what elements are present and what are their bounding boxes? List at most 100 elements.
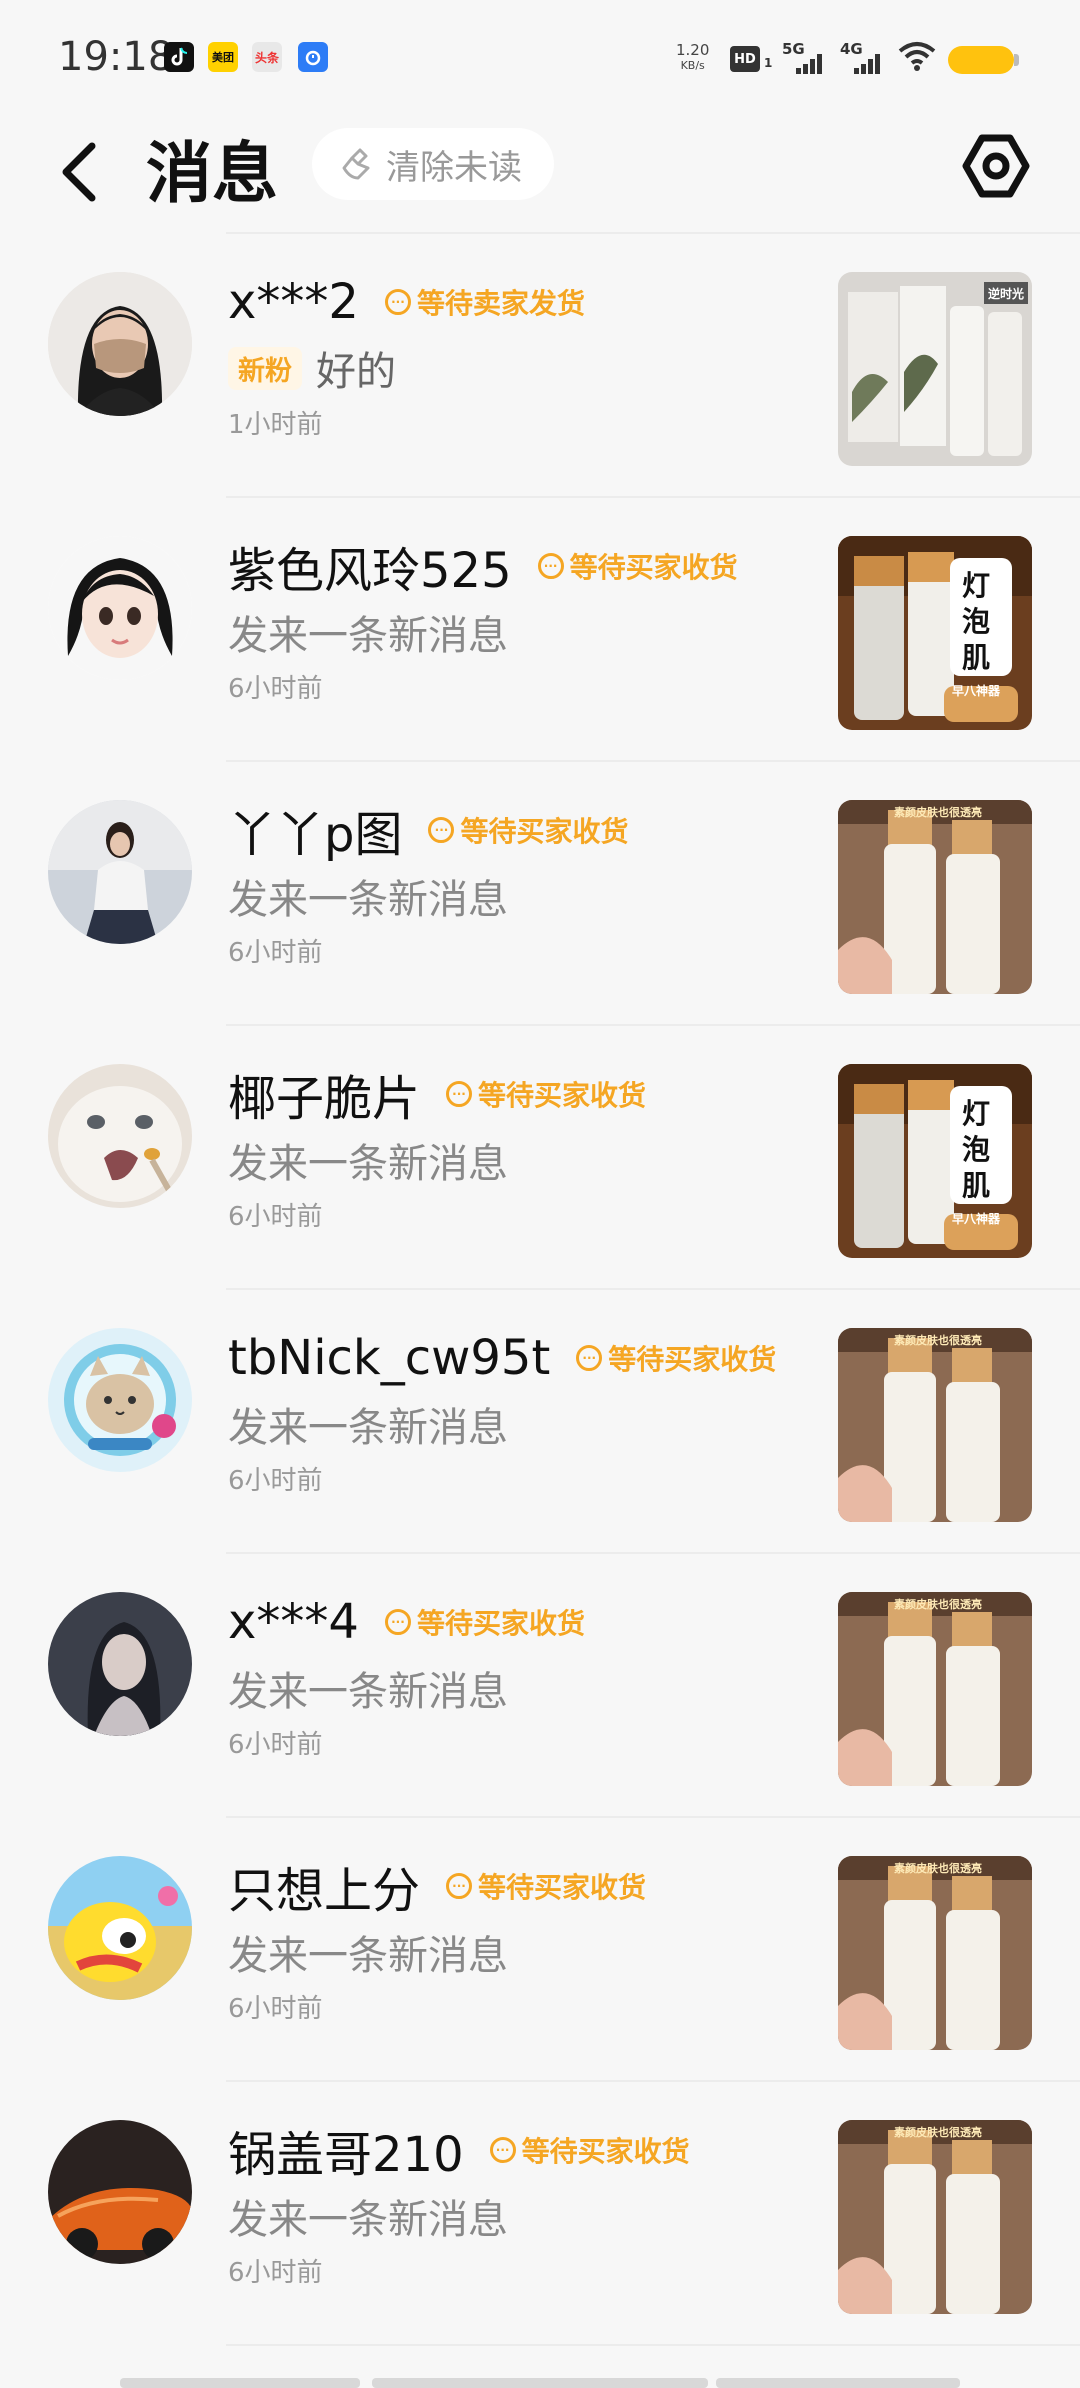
message-preview: 好的 xyxy=(316,349,396,395)
contact-name: tbNick_cw95t xyxy=(228,1330,551,1386)
message-preview: 发来一条新消息 xyxy=(228,1141,508,1187)
message-preview: 发来一条新消息 xyxy=(228,2197,508,2243)
message-preview: 发来一条新消息 xyxy=(228,1405,508,1451)
order-status-text: 等待买家收货 xyxy=(460,815,629,848)
order-status-badge: ··· 等待买家收货 xyxy=(484,2130,696,2170)
contact-name: 丫丫p图 xyxy=(228,807,403,863)
net-speed: 1.20 KB/s xyxy=(676,42,709,74)
avatar xyxy=(48,800,192,944)
message-time: 6小时前 xyxy=(228,2258,323,2288)
message-preview: 发来一条新消息 xyxy=(228,1669,508,1715)
message-item[interactable]: 丫丫p图 ··· 等待买家收货 发来一条新消息 6小时前 素颜皮肤也很透亮 xyxy=(0,762,1080,1026)
message-item[interactable]: 紫色风玲525 ··· 等待买家收货 发来一条新消息 6小时前 灯泡肌 早八神器 xyxy=(0,498,1080,762)
product-thumbnail[interactable]: 逆时光 xyxy=(838,272,1032,466)
contact-name: 锅盖哥210 xyxy=(228,2127,464,2183)
status-bar: 19:18 美团 头条 1.20 KB/s HD 1 5G 4G xyxy=(0,0,1080,116)
more-dots-icon: ··· xyxy=(446,1873,473,1899)
order-status-badge: ··· 等待买家收货 xyxy=(440,1074,652,1114)
meituan-icon: 美团 xyxy=(208,42,238,72)
order-status-badge: ··· 等待买家收货 xyxy=(422,810,634,850)
contact-name: 椰子脆片 xyxy=(228,1071,421,1127)
avatar xyxy=(48,272,192,416)
page-title: 消息 xyxy=(146,135,278,212)
order-status-text: 等待买家收货 xyxy=(521,2135,690,2168)
signal-5g-icon xyxy=(796,52,826,74)
product-thumbnail[interactable]: 素颜皮肤也很透亮 xyxy=(838,1856,1032,2050)
bottom-partial-row xyxy=(120,2378,960,2388)
douyin-icon xyxy=(164,42,194,72)
toutiao-icon: 头条 xyxy=(252,42,282,72)
thumb-text: 素颜皮肤也很透亮 xyxy=(894,1862,982,1875)
message-time: 6小时前 xyxy=(228,1202,323,1232)
hd-sub: 1 xyxy=(764,56,773,70)
product-thumbnail[interactable]: 灯泡肌 早八神器 xyxy=(838,536,1032,730)
message-item[interactable]: x***4 ··· 等待买家收货 发来一条新消息 6小时前 素颜皮肤也很透亮 xyxy=(0,1554,1080,1818)
thumb-text: 素颜皮肤也很透亮 xyxy=(894,2126,982,2139)
order-status-badge: ··· 等待买家收货 xyxy=(532,546,744,586)
contact-name: x***4 xyxy=(228,1594,359,1650)
product-thumbnail[interactable]: 素颜皮肤也很透亮 xyxy=(838,800,1032,994)
more-dots-icon: ··· xyxy=(537,553,564,579)
new-fan-tag: 新粉 xyxy=(228,346,302,390)
avatar xyxy=(48,1064,192,1208)
product-thumbnail[interactable]: 素颜皮肤也很透亮 xyxy=(838,1592,1032,1786)
order-status-text: 等待买家收货 xyxy=(478,1079,647,1112)
product-thumbnail[interactable]: 素颜皮肤也很透亮 xyxy=(838,2120,1032,2314)
product-thumbnail[interactable]: 灯泡肌 早八神器 xyxy=(838,1064,1032,1258)
thumb-text: 素颜皮肤也很透亮 xyxy=(894,806,982,819)
signal-4g-icon xyxy=(854,52,884,74)
thumb-text: 素颜皮肤也很透亮 xyxy=(894,1334,982,1347)
order-status-text: 等待买家收货 xyxy=(478,1871,647,1904)
message-item[interactable]: 椰子脆片 ··· 等待买家收货 发来一条新消息 6小时前 灯泡肌 早八神器 xyxy=(0,1026,1080,1290)
message-preview: 发来一条新消息 xyxy=(228,1933,508,1979)
thumb-text: 灯泡肌 xyxy=(962,1097,991,1202)
hd-label: HD xyxy=(734,51,756,67)
contact-name: 紫色风玲525 xyxy=(228,543,512,599)
contact-name: 只想上分 xyxy=(228,1863,421,1919)
message-item[interactable]: 锅盖哥210 ··· 等待买家收货 发来一条新消息 6小时前 素颜皮肤也很透亮 xyxy=(0,2082,1080,2346)
wifi-icon xyxy=(898,42,936,71)
more-dots-icon: ··· xyxy=(428,817,455,843)
more-dots-icon: ··· xyxy=(384,289,411,315)
order-status-badge: ··· 等待买家收货 xyxy=(570,1338,782,1378)
order-status-text: 等待买家收货 xyxy=(416,1607,585,1640)
message-time: 6小时前 xyxy=(228,674,323,704)
more-dots-icon: ··· xyxy=(576,1345,603,1371)
more-dots-icon: ··· xyxy=(384,1609,411,1635)
broom-icon xyxy=(342,148,370,180)
order-status-text: 等待卖家发货 xyxy=(416,287,585,320)
alarm-icon xyxy=(298,42,328,72)
message-time: 1小时前 xyxy=(228,410,323,440)
battery-icon xyxy=(948,46,1014,74)
settings-icon[interactable] xyxy=(960,126,1032,206)
thumb-subtext: 早八神器 xyxy=(952,684,1001,698)
message-preview: 发来一条新消息 xyxy=(228,613,508,659)
battery-tip xyxy=(1014,54,1019,66)
hd-badge: HD xyxy=(730,46,760,72)
message-time: 6小时前 xyxy=(228,1994,323,2024)
clear-unread-label: 清除未读 xyxy=(386,147,522,188)
more-dots-icon: ··· xyxy=(446,1081,473,1107)
thumb-text: 灯泡肌 xyxy=(962,569,991,674)
order-status-badge: ··· 等待买家收货 xyxy=(379,1602,591,1642)
contact-name: x***2 xyxy=(228,274,359,330)
avatar xyxy=(48,536,192,680)
order-status-text: 等待买家收货 xyxy=(569,551,738,584)
back-icon[interactable] xyxy=(54,132,114,212)
message-time: 6小时前 xyxy=(228,1466,323,1496)
thumb-text: 逆时光 xyxy=(988,287,1025,301)
avatar xyxy=(48,1856,192,2000)
product-thumbnail[interactable]: 素颜皮肤也很透亮 xyxy=(838,1328,1032,1522)
message-item[interactable]: x***2 ··· 等待卖家发货 新粉 好的 1小时前 逆时光 xyxy=(0,234,1080,498)
order-status-text: 等待买家收货 xyxy=(608,1343,777,1376)
message-time: 6小时前 xyxy=(228,938,323,968)
thumb-text: 素颜皮肤也很透亮 xyxy=(894,1598,982,1611)
status-time: 19:18 xyxy=(58,34,174,80)
clear-unread-button[interactable]: 清除未读 xyxy=(312,128,554,200)
order-status-badge: ··· 等待卖家发货 xyxy=(379,282,591,322)
order-status-badge: ··· 等待买家收货 xyxy=(440,1866,652,1906)
divider xyxy=(226,2344,1080,2346)
header: 消息 清除未读 xyxy=(0,116,1080,232)
message-item[interactable]: 只想上分 ··· 等待买家收货 发来一条新消息 6小时前 素颜皮肤也很透亮 xyxy=(0,1818,1080,2082)
message-item[interactable]: tbNick_cw95t ··· 等待买家收货 发来一条新消息 6小时前 素颜皮… xyxy=(0,1290,1080,1554)
